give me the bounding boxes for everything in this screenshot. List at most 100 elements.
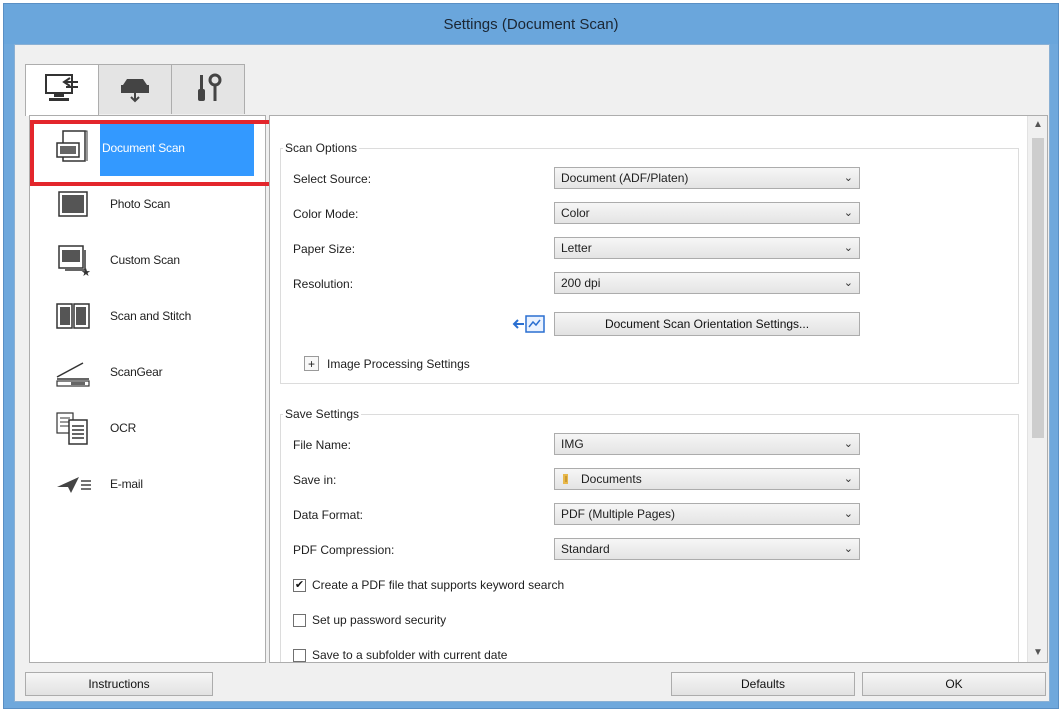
- window-title: Settings (Document Scan): [4, 4, 1058, 44]
- sidebar-item-label: Photo Scan: [110, 197, 171, 211]
- scan-type-list: Document Scan Photo Scan ★ Custom Scan S…: [29, 115, 266, 663]
- resolution-dropdown[interactable]: 200 dpi ⌄: [554, 272, 860, 294]
- resolution-row: Resolution: 200 dpi ⌄: [293, 272, 1013, 296]
- email-icon: [48, 464, 98, 504]
- tab-strip: [25, 64, 245, 116]
- pdf-compression-label: PDF Compression:: [293, 543, 395, 557]
- tab-general-settings[interactable]: [171, 64, 245, 114]
- chevron-down-icon: ⌄: [843, 543, 853, 555]
- save-in-row: Save in: Documents ⌄: [293, 468, 1013, 492]
- select-source-label: Select Source:: [293, 172, 372, 186]
- chevron-down-icon: ⌄: [843, 473, 853, 485]
- sidebar-item-label: Document Scan: [100, 120, 254, 176]
- sidebar-item-label: Scan and Stitch: [110, 309, 192, 323]
- data-format-row: Data Format: PDF (Multiple Pages) ⌄: [293, 503, 1013, 527]
- sidebar-item-scan-and-stitch[interactable]: Scan and Stitch: [30, 288, 265, 344]
- tab-scan-from-panel[interactable]: [98, 64, 172, 114]
- settings-window: Settings (Document Scan) Document Scan P…: [3, 3, 1059, 709]
- scangear-icon: [48, 352, 98, 392]
- scanner-icon: [115, 71, 155, 108]
- image-processing-toggle[interactable]: + Image Processing Settings: [304, 356, 470, 371]
- color-mode-row: Color Mode: Color ⌄: [293, 202, 1013, 226]
- sidebar-item-email[interactable]: E-mail: [30, 456, 265, 512]
- data-format-label: Data Format:: [293, 508, 364, 522]
- checkbox-empty-icon: [293, 648, 306, 662]
- tools-icon: [188, 71, 228, 108]
- settings-panel: Scan Options Select Source: Document (AD…: [269, 115, 1048, 663]
- orientation-settings-button[interactable]: Document Scan Orientation Settings...: [554, 312, 860, 336]
- file-name-label: File Name:: [293, 438, 352, 452]
- tab-scan-from-computer[interactable]: [25, 64, 99, 116]
- stitch-icon: [48, 296, 98, 336]
- chevron-down-icon: ⌄: [843, 438, 853, 450]
- pdf-compression-dropdown[interactable]: Standard ⌄: [554, 538, 860, 560]
- pdf-document-icon: [48, 128, 98, 168]
- paper-size-dropdown[interactable]: Letter ⌄: [554, 237, 860, 259]
- resolution-value: 200 dpi: [561, 276, 601, 290]
- scroll-thumb[interactable]: [1032, 138, 1044, 438]
- file-name-value: IMG: [561, 437, 584, 451]
- chevron-down-icon: ⌄: [843, 242, 853, 254]
- select-source-dropdown[interactable]: Document (ADF/Platen) ⌄: [554, 167, 860, 189]
- subfolder-date-checkbox[interactable]: Save to a subfolder with current date: [293, 646, 508, 662]
- sidebar-item-label: E-mail: [110, 477, 143, 491]
- sidebar-item-custom-scan[interactable]: ★ Custom Scan: [30, 232, 265, 288]
- sidebar-item-photo-scan[interactable]: Photo Scan: [30, 176, 265, 232]
- ocr-icon: [48, 408, 98, 448]
- chevron-down-icon: ⌄: [843, 277, 853, 289]
- save-in-dropdown[interactable]: Documents ⌄: [554, 468, 860, 490]
- keyword-search-checkbox[interactable]: ✔ Create a PDF file that supports keywor…: [293, 576, 564, 594]
- scan-options-title: Scan Options: [283, 141, 360, 155]
- password-security-checkbox[interactable]: Set up password security: [293, 611, 446, 629]
- file-name-row: File Name: IMG ⌄: [293, 433, 1013, 457]
- folder-icon: [561, 472, 573, 486]
- color-mode-label: Color Mode:: [293, 207, 359, 221]
- orientation-arrow-icon: [512, 313, 548, 338]
- scroll-down-icon[interactable]: ▼: [1028, 644, 1047, 662]
- ok-button[interactable]: OK: [862, 672, 1046, 696]
- scan-options-group: Scan Options Select Source: Document (AD…: [280, 141, 1019, 384]
- sidebar-item-scangear[interactable]: ScanGear: [30, 344, 265, 400]
- sidebar-item-label: OCR: [110, 421, 137, 435]
- chevron-down-icon: ⌄: [843, 172, 853, 184]
- dialog-client-area: Document Scan Photo Scan ★ Custom Scan S…: [14, 44, 1050, 702]
- sidebar-item-label: ScanGear: [110, 365, 163, 379]
- keyword-search-label: Create a PDF file that supports keyword …: [312, 578, 565, 592]
- color-mode-value: Color: [561, 206, 590, 220]
- select-source-value: Document (ADF/Platen): [561, 171, 689, 185]
- computer-scan-icon: [42, 72, 82, 109]
- data-format-dropdown[interactable]: PDF (Multiple Pages) ⌄: [554, 503, 860, 525]
- save-settings-title: Save Settings: [283, 407, 362, 421]
- sidebar-item-document-scan[interactable]: Document Scan: [30, 120, 265, 176]
- file-name-combobox[interactable]: IMG ⌄: [554, 433, 860, 455]
- save-settings-group: Save Settings File Name: IMG ⌄ Save in: …: [280, 407, 1019, 662]
- paper-size-value: Letter: [561, 241, 592, 255]
- instructions-button[interactable]: Instructions: [25, 672, 213, 696]
- subfolder-date-label: Save to a subfolder with current date: [312, 648, 508, 662]
- checkmark-icon: ✔: [293, 578, 306, 592]
- custom-scan-icon: ★: [48, 240, 98, 280]
- pdf-compression-row: PDF Compression: Standard ⌄: [293, 538, 1013, 562]
- scroll-up-icon[interactable]: ▲: [1028, 116, 1047, 134]
- sidebar-item-label: Custom Scan: [110, 253, 180, 267]
- color-mode-dropdown[interactable]: Color ⌄: [554, 202, 860, 224]
- vertical-scrollbar[interactable]: ▲ ▼: [1027, 116, 1047, 662]
- pdf-compression-value: Standard: [561, 542, 610, 556]
- defaults-button[interactable]: Defaults: [671, 672, 855, 696]
- svg-text:★: ★: [81, 267, 91, 278]
- password-security-label: Set up password security: [312, 613, 447, 627]
- sidebar-item-ocr[interactable]: OCR: [30, 400, 265, 456]
- resolution-label: Resolution:: [293, 277, 354, 291]
- chevron-down-icon: ⌄: [843, 207, 853, 219]
- image-processing-label: Image Processing Settings: [327, 356, 470, 371]
- paper-size-label: Paper Size:: [293, 242, 356, 256]
- save-in-value: Documents: [581, 472, 642, 486]
- select-source-row: Select Source: Document (ADF/Platen) ⌄: [293, 167, 1013, 191]
- chevron-down-icon: ⌄: [843, 508, 853, 520]
- checkbox-empty-icon: [293, 613, 306, 627]
- data-format-value: PDF (Multiple Pages): [561, 507, 676, 521]
- expand-icon: +: [304, 356, 319, 371]
- photo-icon: [48, 184, 98, 224]
- paper-size-row: Paper Size: Letter ⌄: [293, 237, 1013, 261]
- save-in-label: Save in:: [293, 473, 337, 487]
